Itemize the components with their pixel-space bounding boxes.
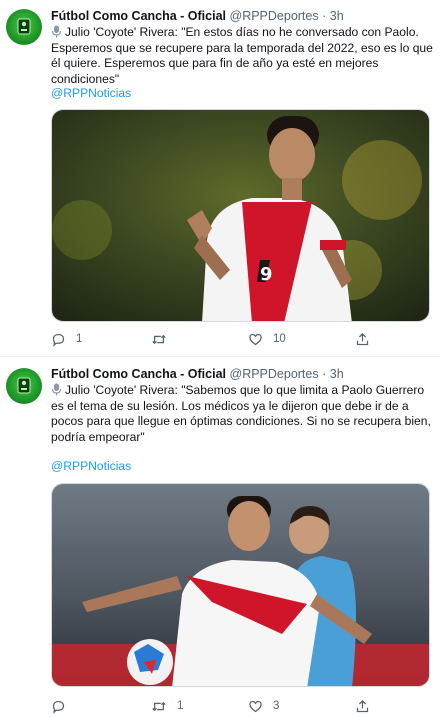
tweet-actions: 1 10 (51, 330, 381, 348)
avatar[interactable] (6, 9, 42, 45)
tweet-text-content: Julio 'Coyote' Rivera: "En estos días no… (51, 25, 433, 86)
separator: · (322, 9, 327, 23)
share-button[interactable] (355, 697, 370, 715)
timestamp[interactable]: 3h (330, 367, 344, 381)
like-button[interactable]: 10 (248, 330, 286, 348)
player-photo: 15 (52, 484, 429, 686)
author-name[interactable]: Fútbol Como Cancha - Oficial (51, 367, 226, 381)
share-icon (356, 699, 369, 712)
timestamp[interactable]: 3h (330, 9, 344, 23)
author-handle[interactable]: @RPPDeportes (230, 367, 319, 381)
mention-link[interactable]: @RPPNoticias (51, 86, 131, 101)
reply-count: 1 (76, 333, 83, 345)
tweet[interactable]: Fútbol Como Cancha - Oficial @RPPDeporte… (0, 0, 440, 356)
retweet-count: 1 (177, 700, 184, 712)
tweet[interactable]: Fútbol Como Cancha - Oficial @RPPDeporte… (0, 357, 440, 717)
retweet-button[interactable]: 1 (151, 697, 183, 715)
like-icon (249, 700, 262, 712)
tweet-text-content: Julio 'Coyote' Rivera: "Sabemos que lo q… (51, 383, 431, 444)
author-name[interactable]: Fútbol Como Cancha - Oficial (51, 9, 226, 23)
tweet-text: Julio 'Coyote' Rivera: "En estos días no… (51, 25, 433, 87)
share-icon (356, 332, 369, 345)
retweet-icon (152, 701, 166, 711)
player-photo: 9 (52, 110, 429, 321)
tweet-photo[interactable]: 9 (51, 109, 430, 322)
tweet-header: Fútbol Como Cancha - Oficial @RPPDeporte… (51, 367, 344, 382)
like-button[interactable]: 3 (248, 697, 279, 715)
jersey-number: 9 (260, 264, 273, 285)
reply-button[interactable] (51, 697, 76, 715)
reply-icon (52, 700, 65, 714)
mention-link[interactable]: @RPPNoticias (51, 459, 131, 474)
retweet-icon (152, 334, 166, 344)
like-count: 3 (273, 700, 280, 712)
microphone-icon (51, 383, 62, 396)
like-icon (249, 333, 262, 345)
microphone-icon (51, 25, 62, 38)
separator: · (322, 367, 327, 381)
tweet-header: Fútbol Como Cancha - Oficial @RPPDeporte… (51, 9, 344, 24)
avatar[interactable] (6, 368, 42, 404)
tweet-actions: 1 3 (51, 697, 381, 715)
tweet-text: Julio 'Coyote' Rivera: "Sabemos que lo q… (51, 383, 433, 445)
avatar-logo-icon (17, 18, 31, 35)
share-button[interactable] (355, 330, 370, 348)
like-count: 10 (273, 333, 286, 345)
tweet-photo[interactable]: 15 (51, 483, 430, 687)
retweet-button[interactable] (151, 330, 177, 348)
author-handle[interactable]: @RPPDeportes (230, 9, 319, 23)
avatar-logo-icon (17, 377, 31, 394)
reply-button[interactable]: 1 (51, 330, 82, 348)
reply-icon (52, 333, 65, 347)
